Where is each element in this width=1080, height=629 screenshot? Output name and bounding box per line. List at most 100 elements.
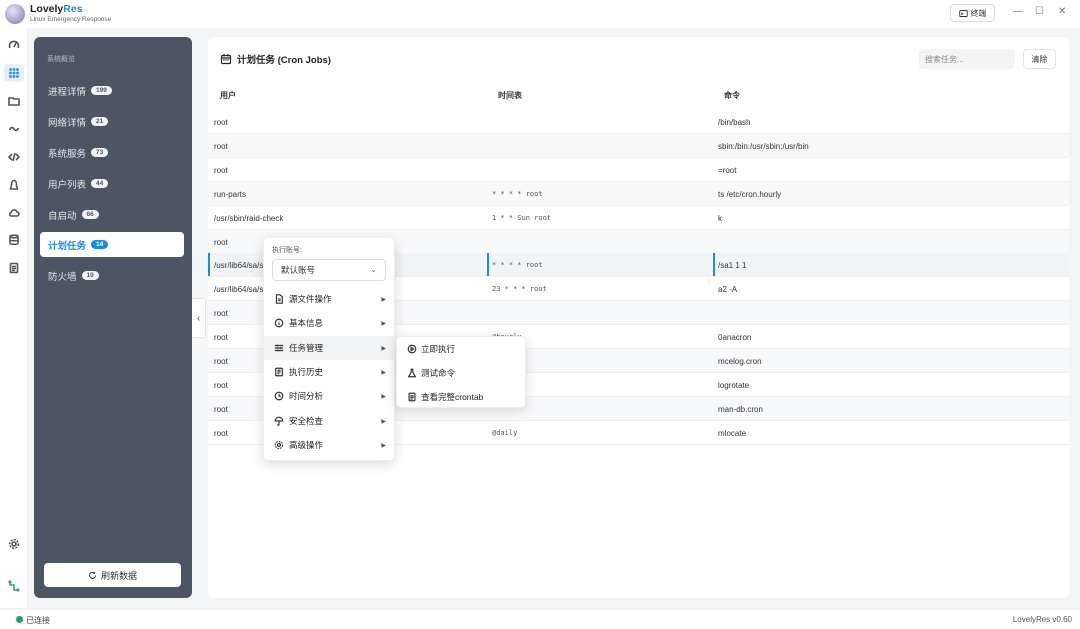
chevron-left-icon: ‹ [196,312,201,324]
document-icon [9,262,19,274]
refresh-button[interactable]: 刷新数据 [44,563,181,587]
nav-badge: 21 [91,117,109,126]
calendar-icon [220,54,232,65]
cell-user: root [214,405,228,414]
table-row[interactable]: root sbin:/bin:/usr/sbin:/usr/bin [208,134,1069,158]
maximize-button[interactable]: ☐ [1035,6,1044,17]
cell-user: root [214,309,228,318]
chevron-down-icon: ⌄ [370,265,377,274]
iconbar-settings[interactable] [4,535,24,553]
account-label: 执行账号: [272,247,302,254]
menu-item-task-management[interactable]: 任务管理 ▶ [264,336,394,360]
cell-command: a2 -A [718,285,738,294]
submenu-item-view-crontab[interactable]: 查看完整crontab [397,385,525,409]
nav-badge: 14 [91,240,109,249]
menu-item-exec-history[interactable]: 执行历史 ▶ [264,360,394,384]
sliders-icon [274,344,283,352]
nav-item-processes[interactable]: 进程详情 199 [40,78,184,103]
cell-command: mcelog.cron [718,357,762,366]
cell-schedule: @daily [492,429,518,437]
minimize-button[interactable]: — [1013,6,1023,17]
nav-item-firewall[interactable]: 防火墙 10 [40,263,184,288]
selection-marker [208,253,210,276]
column-user: 用户 [220,91,236,100]
table-row[interactable]: root =root [208,158,1069,182]
iconbar-cloud[interactable] [4,204,24,222]
caret-right-icon: ▶ [381,320,386,327]
iconbar-database[interactable] [4,231,24,249]
code-icon [8,152,20,162]
submenu-task-management: 立即执行 测试命令 查看完整crontab [396,336,526,408]
cell-command: k [718,214,722,223]
cell-user: root [214,333,228,342]
cell-user: root [214,142,228,151]
cloud-icon [8,209,20,217]
iconbar-code[interactable] [4,148,24,166]
cell-user: /usr/lib64/sa/s [214,261,264,270]
nav-item-cron[interactable]: 计划任务 14 [40,232,184,257]
cell-user: root [214,118,228,127]
iconbar-network[interactable] [4,120,24,138]
app-subtitle: Linux Emergency Response [30,16,112,23]
iconbar-connection[interactable] [4,577,24,595]
table-row[interactable]: root/bin/bash [208,110,1069,134]
menu-item-security-check[interactable]: 安全检查 ▶ [264,409,394,433]
history-icon [274,367,283,377]
terminal-button[interactable]: 终端 [950,4,995,22]
nav-item-network[interactable]: 网络详情 21 [40,109,184,134]
terminal-icon [958,9,968,17]
refresh-icon [89,571,96,579]
iconbar-linux[interactable] [4,176,24,194]
cell-command: /bin/bash [718,118,751,127]
table-row[interactable]: /usr/sbin/raid-check 1 * * Sun root k [208,206,1069,230]
cell-user: run-parts [214,190,247,199]
page-title-text: 计划任务 (Cron Jobs) [237,55,331,66]
table-header: 用户 时间表 命令 [208,84,1069,106]
close-button[interactable]: ✕ [1058,6,1066,17]
file-icon [275,294,283,304]
refresh-label: 刷新数据 [100,570,137,581]
page-title: 计划任务 (Cron Jobs) [220,52,331,66]
terminal-label: 终端 [970,8,987,18]
menu-item-basic-info[interactable]: 基本信息 ▶ [264,311,394,335]
nav-item-services[interactable]: 系统服务 73 [40,140,184,165]
account-select[interactable]: 默认账号 ⌄ [272,259,386,281]
collapse-sidebar-button[interactable]: ‹ [192,298,206,338]
nav-item-users[interactable]: 用户列表 44 [40,171,184,196]
connection-status: 已连接 [26,616,50,625]
iconbar-dashboard[interactable] [4,36,24,54]
caret-right-icon: ▶ [381,296,386,303]
submenu-item-run-now[interactable]: 立即执行 [397,337,525,361]
selection-marker [487,253,489,276]
grid-icon [9,68,19,78]
iconbar-document[interactable] [4,259,24,277]
clear-button[interactable]: 清除 [1023,49,1056,69]
table-row[interactable]: run-parts * * * * root ts /etc/cron.hourly [208,182,1069,206]
menu-item-time-analysis[interactable]: 时间分析 ▶ [264,384,394,408]
gauge-icon [8,40,20,49]
nav-item-autostart[interactable]: 自启动 66 [40,202,184,227]
nav-badge: 199 [91,86,112,95]
status-bar: 已连接 LovelyRes v0.60 [0,610,1080,629]
iconbar-overview[interactable] [4,64,24,82]
menu-item-source-file[interactable]: 源文件操作 ▶ [264,287,394,311]
connection-icon [8,580,20,592]
submenu-item-test-command[interactable]: 测试命令 [397,361,525,385]
title-bar: LovelyRes Linux Emergency Response 终端 — … [0,0,1080,28]
app-brand: LovelyRes Linux Emergency Response [30,3,111,23]
cell-command: /sa1 1 1 [718,261,747,270]
menu-item-advanced[interactable]: 高级操作 ▶ [264,433,394,457]
app-name: LovelyRes [30,3,83,15]
iconbar-files[interactable] [4,92,24,110]
task-search-input[interactable] [919,49,1015,69]
link-icon [9,126,19,132]
context-menu: 执行账号: 默认账号 ⌄ 源文件操作 ▶ 基本信息 ▶ 任务管理 ▶ 执行历史 … [263,237,395,461]
nav-panel: 系统概览 进程详情 199 网络详情 21 系统服务 73 用户列表 44 自启动 66 … [34,37,192,598]
document-icon [408,392,415,402]
database-icon [9,234,19,246]
caret-right-icon: ▶ [381,345,386,352]
play-circle-icon [407,344,416,354]
info-icon [274,318,283,328]
icon-sidebar [0,28,28,608]
nav-header: 系统概览 [47,56,75,63]
